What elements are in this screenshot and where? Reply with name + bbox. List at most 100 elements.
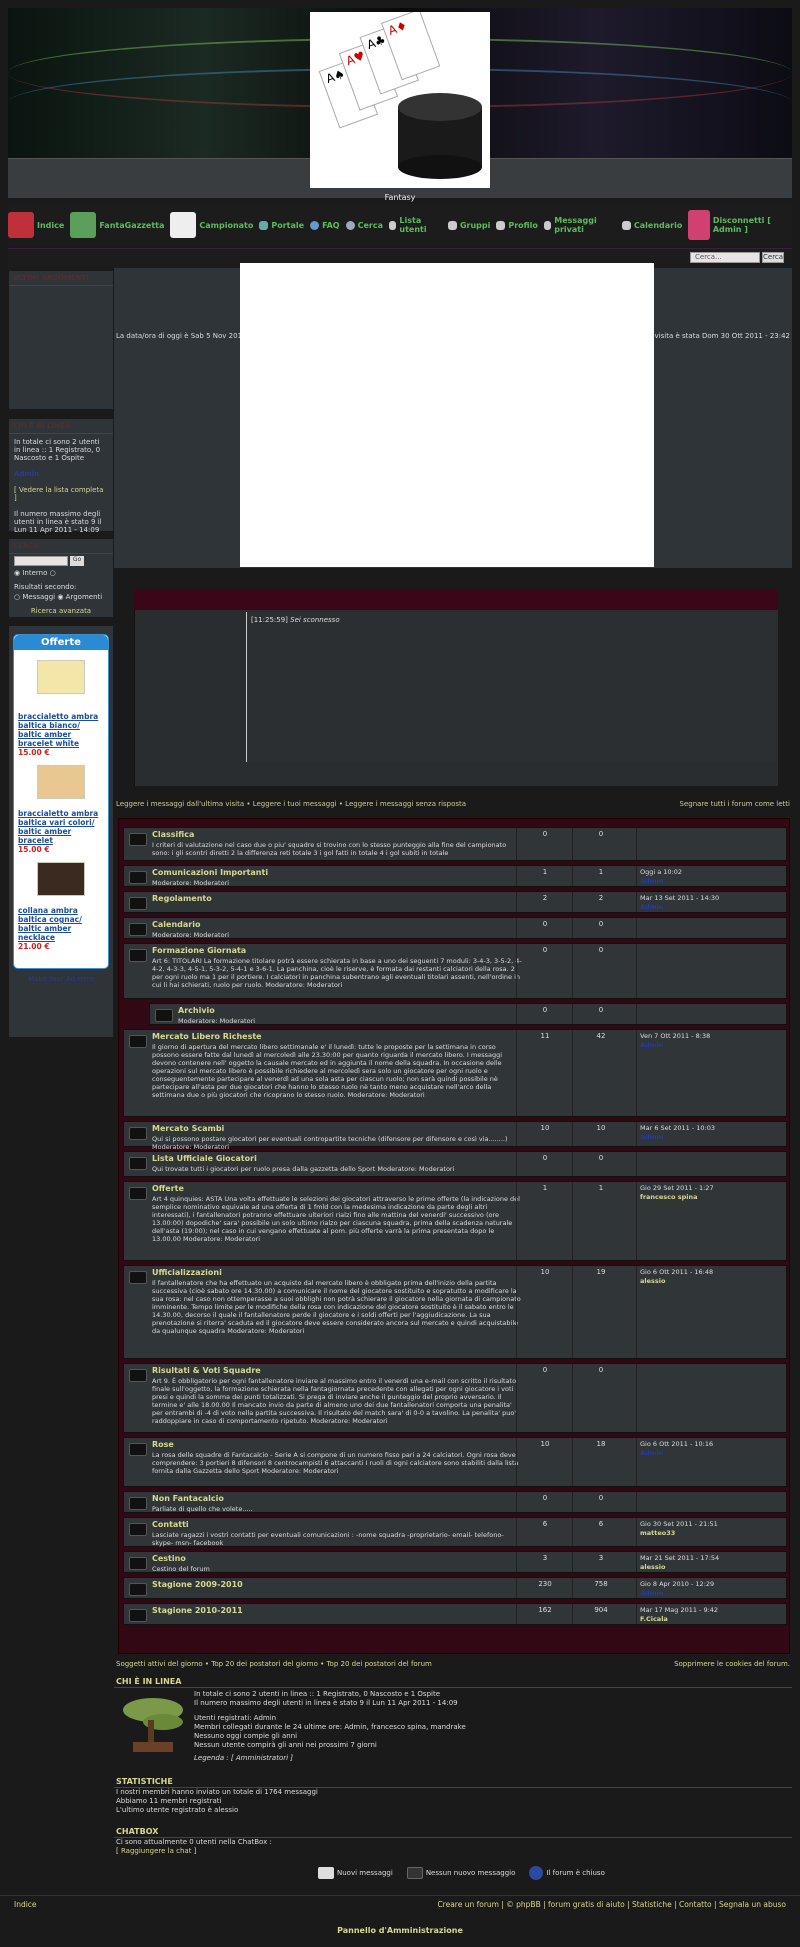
offer-link-2[interactable]: braccialetto ambra baltica vari colori/ … [18, 809, 104, 845]
nav-messaggi-privati[interactable]: Messaggi privati [543, 216, 616, 234]
topics-count: 10 [540, 1124, 550, 1132]
forum-title[interactable]: Non Fantacalcio [152, 1494, 224, 1503]
forum-title[interactable]: Calendario [152, 920, 200, 929]
forum-title[interactable]: Rose [152, 1440, 174, 1449]
forum-row[interactable]: Risultati & Voti Squadre Art 9. È obbliga… [123, 1363, 787, 1433]
offer-link-1[interactable]: braccialetto ambra baltica bianco/ balti… [18, 712, 104, 748]
footer-links[interactable]: Creare un forum | © phpBB | forum gratis… [437, 1900, 786, 1909]
last-post-user[interactable]: Admin [640, 903, 663, 911]
nav-fantagazzetta[interactable]: FantaGazzetta [70, 212, 164, 238]
advanced-search-link[interactable]: Ricerca avanzata [9, 606, 113, 616]
topics-count: 0 [542, 946, 548, 954]
radio-results[interactable]: ○ Messaggi ◉ Argomenti [9, 592, 113, 602]
forum-row[interactable]: Rose La rosa delle squadre di Fantacalcio… [123, 1437, 787, 1487]
nav-indice[interactable]: Indice [8, 212, 64, 238]
forum-row[interactable]: Stagione 2009-2010 230 758 Gio 8 Apr 2010 -… [123, 1577, 787, 1599]
forum-row[interactable]: Regolamento 2 2 Mar 13 Set 2011 - 14:30 Admi… [123, 891, 787, 913]
forum-title[interactable]: Ufficializzazioni [152, 1268, 222, 1277]
mark-all-read[interactable]: Segnare tutti i forum come letti [680, 800, 790, 808]
nav-gruppi[interactable]: Gruppi [447, 220, 490, 230]
column-divider [516, 1030, 517, 1116]
last-post-date: Mar 6 Set 2011 - 10:03 [640, 1124, 716, 1132]
online-user[interactable]: Admin [9, 469, 113, 479]
forum-title[interactable]: Contatti [152, 1520, 189, 1529]
search-button[interactable]: Cerca [762, 252, 784, 263]
read-links-left[interactable]: Leggere i messaggi dall'ultima visita • … [116, 800, 466, 808]
site-logo[interactable]: A♠ A♥ A♣ A♦ Fantasy [310, 8, 490, 202]
nav-cerca[interactable]: Cerca [345, 220, 383, 230]
offers-footer[interactable]: Make Your Ad Here [9, 975, 113, 983]
posts-count: 758 [594, 1580, 608, 1588]
forum-row[interactable]: Ufficializzazioni Il fantallenatore che h… [123, 1265, 787, 1359]
forum-title[interactable]: Stagione 2009-2010 [152, 1580, 243, 1589]
nav-portale[interactable]: Portale [259, 220, 304, 230]
nav-calendario[interactable]: Calendario [621, 220, 682, 230]
last-post-user[interactable]: Admin [640, 1041, 663, 1049]
forum-row[interactable]: Lista Ufficiale Giocatori Qui trovate tut… [123, 1151, 787, 1177]
nav-campionato[interactable]: Campionato [170, 212, 253, 238]
forum-list: Classifica I criteri di valutazione nel c… [118, 818, 790, 1654]
nav-profilo[interactable]: Profilo [496, 220, 538, 230]
sidebar-search-input[interactable] [14, 556, 68, 566]
forum-row[interactable]: Archivio Moderatore: Moderatori 0 0 [149, 1003, 787, 1025]
column-divider [636, 918, 637, 938]
forum-title[interactable]: Risultati & Voti Squadre [152, 1366, 261, 1375]
top-posters-links[interactable]: Soggetti attivi del giorno • Top 20 dei … [116, 1660, 432, 1668]
forum-row[interactable]: Offerte Art 4 quinquies: ASTA Una volta e… [123, 1181, 787, 1261]
admin-panel-link[interactable]: Pannello d'Amministrazione [0, 1926, 800, 1935]
forum-row[interactable]: Contatti Lasciate ragazzi i vostri contat… [123, 1517, 787, 1547]
forum-title[interactable]: Lista Ufficiale Giocatori [152, 1154, 257, 1163]
offers-box: Offerte braccialetto ambra baltica bianc… [13, 634, 109, 969]
forum-title[interactable]: Formazione Giornata [152, 946, 246, 955]
last-post-user[interactable]: Admin [640, 877, 663, 885]
footer-index[interactable]: Indice [14, 1900, 37, 1909]
last-post-user[interactable]: Admin [640, 1133, 663, 1141]
last-post-user[interactable]: Admin [640, 1589, 663, 1597]
nav-disconnetti[interactable]: Disconnetti [ Admin ] [688, 210, 792, 240]
online-list-link[interactable]: [ Vedere la lista completa ] [9, 485, 113, 503]
offer-image-2[interactable] [37, 765, 85, 799]
forum-row[interactable]: Formazione Giornata Art 6: TITOLARI La fo… [123, 943, 787, 999]
offer-image-1[interactable] [37, 660, 85, 694]
forum-title[interactable]: Stagione 2010-2011 [152, 1606, 243, 1615]
search-icon [345, 220, 355, 230]
search-panel-title: CERCA [9, 539, 113, 554]
search-input[interactable]: Cerca... [690, 252, 760, 263]
chatbox-join[interactable]: [ Raggiungere la chat ] [114, 1847, 792, 1856]
offer-link-3[interactable]: collana ambra baltica cognac/ baltic amb… [18, 906, 104, 942]
nav-lista-utenti[interactable]: Lista utenti [389, 216, 442, 234]
column-divider [572, 892, 573, 912]
forum-title[interactable]: Mercato Libero Richeste [152, 1032, 262, 1041]
offer-image-3[interactable] [37, 862, 85, 896]
forum-title[interactable]: Classifica [152, 830, 194, 839]
forum-row[interactable]: Stagione 2010-2011 162 904 Mar 17 Mag 2011 … [123, 1603, 787, 1625]
forum-row[interactable]: Non Fantacalcio Parliate di quello che vo… [123, 1491, 787, 1513]
ad-banner[interactable] [240, 263, 654, 567]
forum-title[interactable]: Regolamento [152, 894, 212, 903]
forum-title[interactable]: Archivio [178, 1006, 215, 1015]
forum-title[interactable]: Comunicazioni Importanti [152, 868, 268, 877]
radio-internal[interactable]: ◉ Interno ○ [9, 568, 113, 578]
forum-row[interactable]: Mercato Scambi Qui si possono postare gio… [123, 1121, 787, 1151]
forum-row[interactable]: Mercato Libero Richeste Il giorno di aper… [123, 1029, 787, 1117]
forum-row[interactable]: Calendario Moderatore: Moderatori 0 0 [123, 917, 787, 939]
delete-cookies-link[interactable]: Sopprimere le cookies del forum. [674, 1660, 790, 1668]
column-divider [636, 1364, 637, 1432]
last-post-user[interactable]: francesco spina [640, 1193, 698, 1201]
posts-count: 1 [598, 1184, 604, 1192]
forum-row[interactable]: Cestino Cestino del forum 3 3 Mar 21 Set 201… [123, 1551, 787, 1573]
last-post-user[interactable]: Admin [640, 1449, 663, 1457]
last-post-user[interactable]: matteo33 [640, 1529, 675, 1537]
forum-row[interactable]: Comunicazioni Importanti Moderatore: Mode… [123, 865, 787, 887]
forum-title[interactable]: Offerte [152, 1184, 184, 1193]
sidebar-search-go[interactable]: Go [70, 556, 84, 566]
column-divider [572, 828, 573, 860]
nav-faq[interactable]: FAQ [310, 220, 340, 230]
forum-title[interactable]: Mercato Scambi [152, 1124, 224, 1133]
last-post-user[interactable]: F.Cicala [640, 1615, 668, 1623]
forum-row[interactable]: Classifica I criteri di valutazione nel c… [123, 827, 787, 861]
last-post-user[interactable]: alessio [640, 1563, 665, 1571]
forum-title[interactable]: Cestino [152, 1554, 186, 1563]
last-post-user[interactable]: alessio [640, 1277, 665, 1285]
last-post-date: Oggi a 10:02 [640, 868, 683, 876]
